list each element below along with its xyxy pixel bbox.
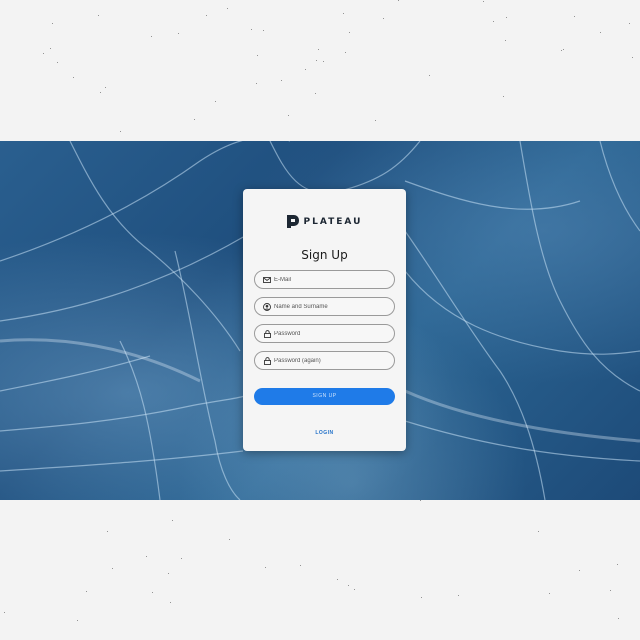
background-speck [86, 591, 87, 592]
background-speck [215, 101, 216, 102]
background-speck [172, 520, 173, 521]
background-speck [483, 1, 484, 2]
user-circle-icon [263, 302, 271, 311]
background-speck [98, 15, 99, 16]
signup-card: PLATEAU Sign Up E-Mail Name and Surname … [243, 189, 406, 451]
background-speck [629, 23, 630, 24]
background-speck [375, 120, 376, 121]
background-speck [610, 590, 611, 591]
background-speck [52, 23, 53, 24]
page-title: Sign Up [301, 248, 348, 262]
password-input[interactable] [274, 330, 389, 337]
background-speck [229, 539, 230, 540]
background-speck [493, 21, 494, 22]
password-field[interactable] [254, 324, 395, 343]
password-again-input[interactable] [274, 357, 389, 364]
background-speck [458, 595, 459, 596]
background-speck [57, 62, 58, 63]
background-speck [265, 567, 266, 568]
background-speck [281, 80, 282, 81]
background-speck [300, 565, 301, 566]
background-speck [227, 8, 228, 9]
background-speck [323, 61, 324, 62]
background-speck [632, 57, 633, 58]
background-speck [151, 36, 152, 37]
background-speck [354, 589, 355, 590]
brand-name: PLATEAU [303, 216, 363, 227]
background-speck [256, 83, 257, 84]
background-speck [549, 593, 550, 594]
background-speck [100, 92, 101, 93]
background-speck [318, 49, 319, 50]
brand: PLATEAU [243, 215, 406, 228]
background-speck [398, 0, 399, 1]
background-speck [574, 16, 575, 17]
lock-icon [263, 329, 271, 338]
background-speck [420, 500, 421, 501]
background-speck [168, 573, 169, 574]
background-speck [206, 15, 207, 16]
background-speck [618, 618, 619, 619]
mail-icon [263, 276, 271, 284]
background-speck [561, 50, 562, 51]
name-input[interactable] [274, 303, 389, 310]
background-speck [305, 69, 306, 70]
background-speck [421, 597, 422, 598]
background-speck [120, 131, 121, 132]
background-speck [383, 18, 384, 19]
page: PLATEAU Sign Up E-Mail Name and Surname … [0, 0, 640, 640]
background-speck [429, 75, 430, 76]
background-speck [257, 55, 258, 56]
email-field[interactable] [254, 270, 395, 289]
background-speck [337, 579, 338, 580]
background-speck [263, 30, 264, 31]
background-speck [505, 40, 506, 41]
background-speck [617, 564, 618, 565]
background-speck [194, 119, 195, 120]
background-speck [315, 93, 316, 94]
background-speck [345, 52, 346, 53]
background-speck [105, 87, 106, 88]
background-speck [146, 556, 147, 557]
name-field[interactable] [254, 297, 395, 316]
background-speck [181, 558, 182, 559]
background-speck [77, 620, 78, 621]
background-speck [538, 531, 539, 532]
background-speck [107, 531, 108, 532]
email-input[interactable] [274, 276, 389, 283]
background-speck [50, 48, 51, 49]
background-speck [73, 77, 74, 78]
background-speck [503, 96, 504, 97]
background-speck [152, 592, 153, 593]
lock-icon [263, 356, 271, 365]
background-speck [288, 115, 289, 116]
password-again-field[interactable] [254, 351, 395, 370]
background-speck [563, 49, 564, 50]
background-speck [251, 29, 252, 30]
background-speck [600, 32, 601, 33]
background-speck [43, 53, 44, 54]
background-speck [178, 33, 179, 34]
background-speck [4, 612, 5, 613]
background-speck [349, 32, 350, 33]
login-link[interactable]: LOGIN [243, 430, 406, 436]
background-speck [506, 17, 507, 18]
background-speck [579, 570, 580, 571]
background-speck [316, 60, 317, 61]
background-speck [112, 568, 113, 569]
background-speck [170, 602, 171, 603]
background-speck [343, 13, 344, 14]
sign-up-button[interactable]: SIGN UP [254, 388, 395, 405]
background-speck [348, 585, 349, 586]
plateau-logo-icon [286, 215, 299, 228]
